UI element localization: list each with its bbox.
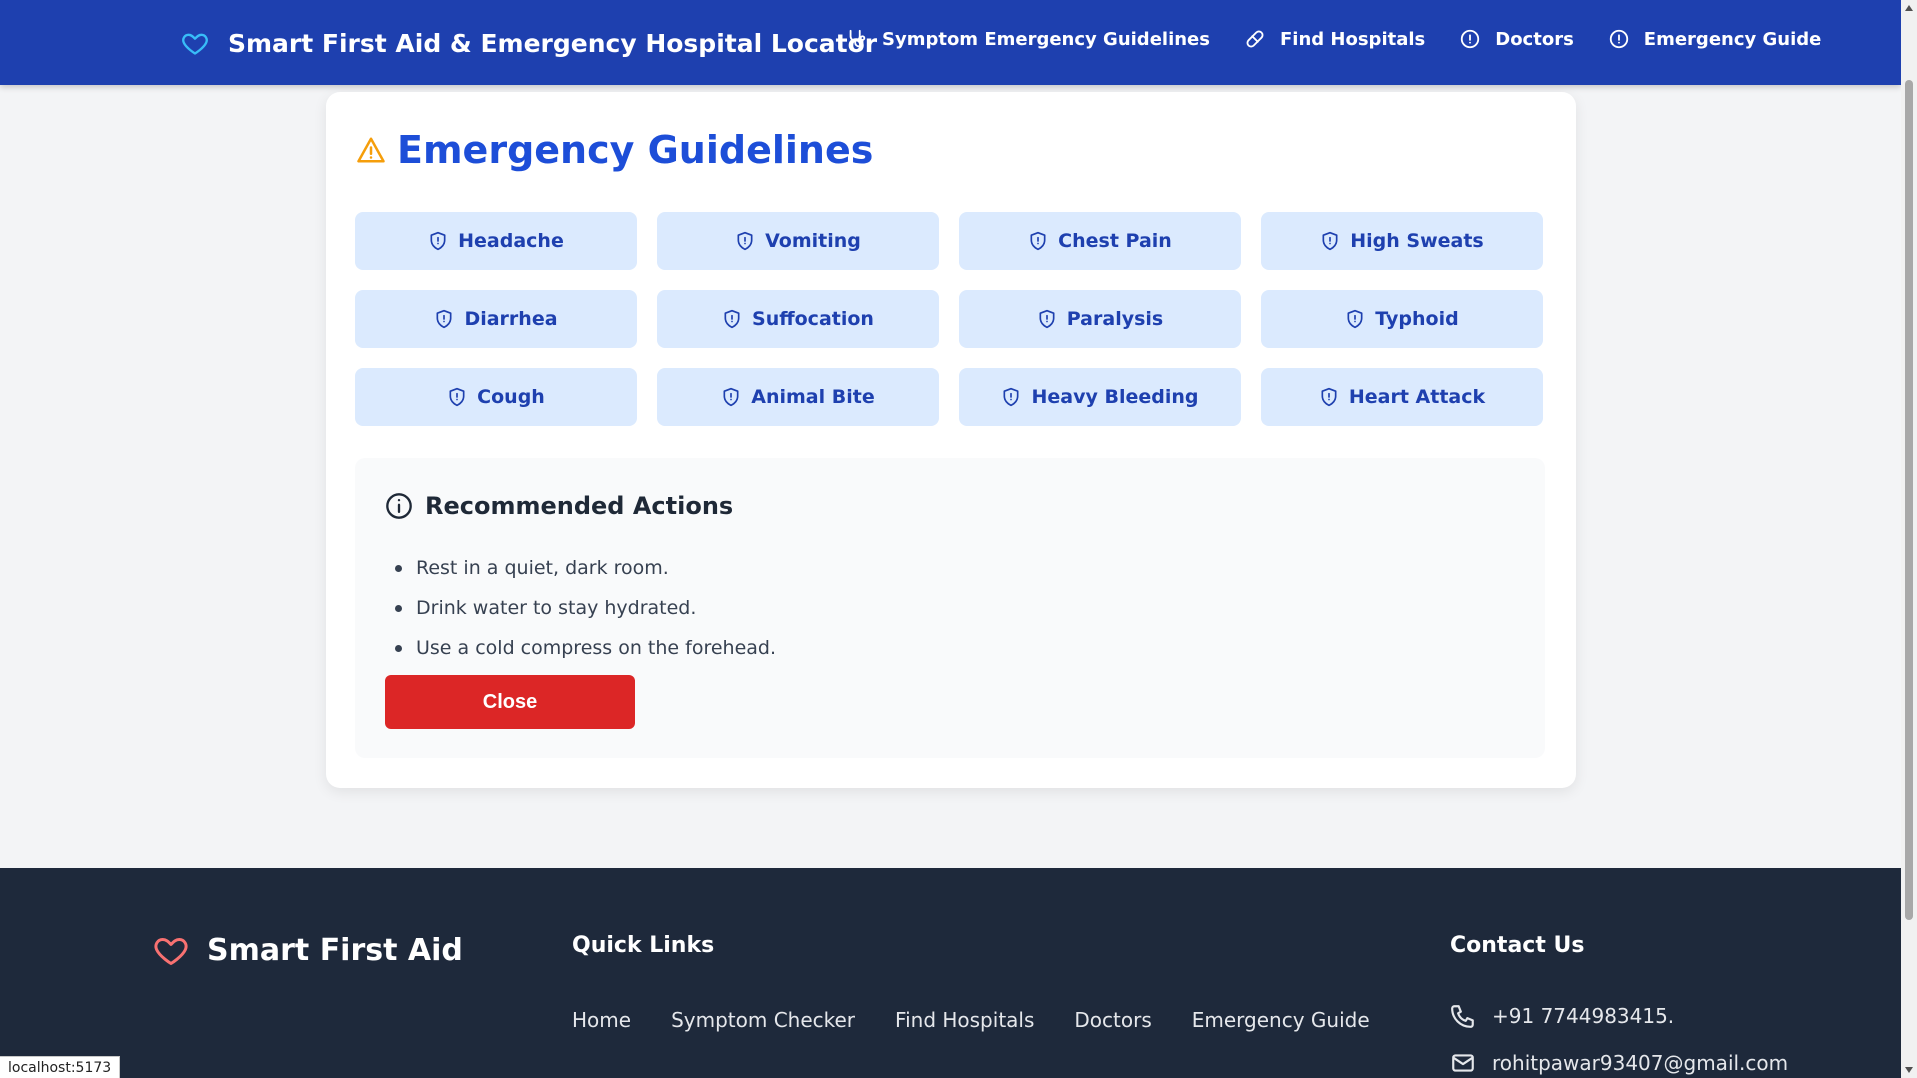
scroll-down-arrow-icon[interactable] [1901,1062,1917,1078]
actions-header: Recommended Actions [385,492,733,520]
brand[interactable]: Smart First Aid & Emergency Hospital Loc… [180,26,877,60]
nav-label: Doctors [1495,28,1574,50]
symptom-button-typhoid[interactable]: Typhoid [1261,290,1543,348]
nav-label: Find Hospitals [1279,28,1426,50]
stethoscope-icon [846,28,868,50]
email-text: rohitpawar93407@gmail.com [1492,1051,1789,1075]
symptom-label: Diarrhea [464,308,558,330]
page: Smart First Aid & Emergency Hospital Loc… [0,0,1901,1078]
top-navbar: Smart First Aid & Emergency Hospital Loc… [0,0,1901,85]
nav-symptom-guidelines[interactable]: Symptom Emergency Guidelines [846,28,1210,50]
nav-label: Symptom Emergency Guidelines [882,28,1210,50]
phone-icon [1450,1003,1476,1029]
shield-icon [447,386,467,408]
symptom-button-vomiting[interactable]: Vomiting [657,212,939,270]
close-button[interactable]: Close [385,675,635,729]
symptom-button-heart-attack[interactable]: Heart Attack [1261,368,1543,426]
footer-link-symptom-checker[interactable]: Symptom Checker [671,1008,855,1032]
footer-link-home[interactable]: Home [572,1008,631,1032]
app-title: Smart First Aid & Emergency Hospital Loc… [228,28,878,58]
footer-link-doctors[interactable]: Doctors [1074,1008,1151,1032]
scrollbar-thumb[interactable] [1905,80,1913,920]
symptom-button-cough[interactable]: Cough [355,368,637,426]
mail-icon [1450,1050,1476,1076]
symptom-label: Typhoid [1375,308,1459,330]
phone-text: +91 7744983415. [1492,1004,1675,1028]
symptom-button-high-sweats[interactable]: High Sweats [1261,212,1543,270]
symptom-label: Headache [458,230,564,252]
quick-links-title: Quick Links [572,933,715,958]
nav-emergency-guide[interactable]: Emergency Guide [1608,28,1822,50]
nav-label: Emergency Guide [1643,28,1822,50]
nav-doctors[interactable]: Doctors [1459,28,1574,50]
shield-icon [721,386,741,408]
shield-icon [434,308,454,330]
symptom-label: Heavy Bleeding [1031,386,1199,408]
footer-brand-title: Smart First Aid [207,932,463,968]
symptom-grid: Headache Vomiting Chest Pain High Sweats… [355,212,1545,426]
symptom-label: Vomiting [765,230,861,252]
warning-triangle-icon [355,135,387,165]
card-header: Emergency Guidelines [355,128,873,172]
symptom-label: Suffocation [752,308,874,330]
contact-phone[interactable]: +91 7744983415. [1450,1003,1674,1029]
shield-icon [722,308,742,330]
shield-icon [1037,308,1057,330]
status-bar-url: localhost:5173 [0,1056,121,1078]
symptom-label: High Sweats [1350,230,1484,252]
shield-icon [1320,230,1340,252]
symptom-label: Animal Bite [751,386,875,408]
symptom-label: Heart Attack [1348,386,1486,408]
page-title: Emergency Guidelines [397,128,874,172]
shield-icon [1001,386,1021,408]
pill-icon [1244,28,1266,50]
footer-link-find-hospitals[interactable]: Find Hospitals [895,1008,1034,1032]
symptom-button-chest-pain[interactable]: Chest Pain [959,212,1241,270]
contact-email[interactable]: rohitpawar93407@gmail.com [1450,1050,1788,1076]
footer-brand: Smart First Aid [151,932,463,968]
symptom-label: Paralysis [1066,308,1164,330]
nav-find-hospitals[interactable]: Find Hospitals [1244,28,1425,50]
alert-circle-icon [1608,28,1630,50]
vertical-scrollbar[interactable] [1901,0,1917,1078]
actions-list: Rest in a quiet, dark room. Drink water … [395,548,776,668]
recommended-actions-panel: Recommended Actions Rest in a quiet, dar… [355,458,1545,758]
symptom-button-animal-bite[interactable]: Animal Bite [657,368,939,426]
shield-icon [1028,230,1048,252]
shield-icon [1319,386,1339,408]
symptom-button-diarrhea[interactable]: Diarrhea [355,290,637,348]
info-icon [385,492,413,520]
quick-links: Home Symptom Checker Find Hospitals Doct… [572,1008,1410,1032]
shield-icon [428,230,448,252]
scroll-up-arrow-icon[interactable] [1901,0,1917,16]
list-item: Use a cold compress on the forehead. [395,628,776,668]
list-item: Rest in a quiet, dark room. [395,548,776,588]
shield-icon [735,230,755,252]
symptom-button-suffocation[interactable]: Suffocation [657,290,939,348]
shield-icon [1345,308,1365,330]
symptom-button-paralysis[interactable]: Paralysis [959,290,1241,348]
heart-icon [180,29,210,57]
symptom-button-heavy-bleeding[interactable]: Heavy Bleeding [959,368,1241,426]
main-nav: Symptom Emergency Guidelines Find Hospit… [846,28,1821,50]
emergency-guidelines-card: Emergency Guidelines Headache Vomiting C… [326,92,1576,788]
alert-circle-icon [1459,28,1481,50]
list-item: Drink water to stay hydrated. [395,588,776,628]
actions-title: Recommended Actions [425,492,734,520]
heart-icon [151,932,191,968]
footer-link-emergency-guide[interactable]: Emergency Guide [1192,1008,1370,1032]
symptom-label: Chest Pain [1058,230,1172,252]
symptom-label: Cough [477,386,545,408]
symptom-button-headache[interactable]: Headache [355,212,637,270]
contact-title: Contact Us [1450,933,1585,958]
footer: Smart First Aid Quick Links Home Symptom… [0,868,1901,1078]
